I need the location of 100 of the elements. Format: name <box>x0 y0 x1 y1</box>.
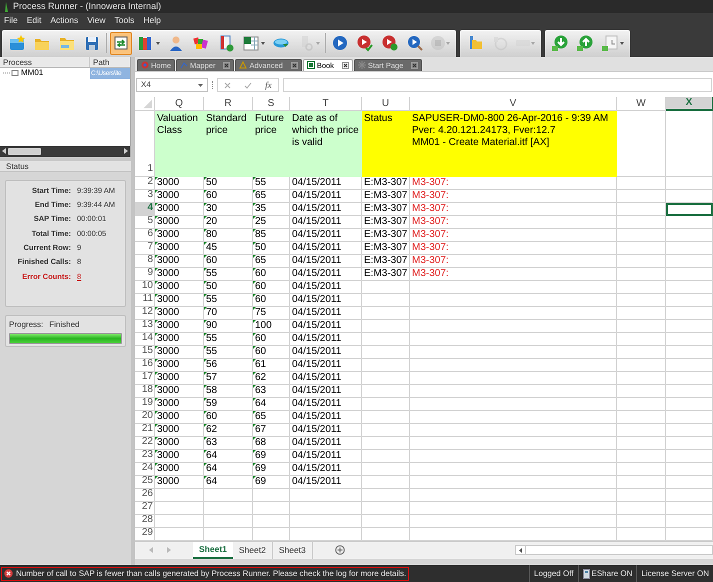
cell-text: 04/15/2011 <box>292 384 342 396</box>
name-box[interactable]: X4 <box>136 78 208 92</box>
cell-text: 3000 <box>157 436 180 448</box>
column-header[interactable]: Path <box>90 56 130 67</box>
chart-icon <box>180 61 188 70</box>
cancel-icon[interactable] <box>224 82 232 89</box>
table-cell <box>666 268 713 281</box>
cell-text: M3-307: <box>412 176 449 188</box>
row-header[interactable]: 27 <box>135 502 155 515</box>
row-header[interactable]: 12 <box>135 306 155 320</box>
table-cell <box>617 332 666 346</box>
column-header[interactable]: V <box>410 96 617 111</box>
column-header[interactable]: X <box>666 96 713 111</box>
column-header[interactable]: Process <box>0 56 90 67</box>
cell-text: 80 <box>206 228 218 240</box>
row-header[interactable]: 7 <box>135 242 155 255</box>
menu-item[interactable]: Actions <box>50 14 78 26</box>
table-cell <box>617 424 666 437</box>
row-header[interactable]: 25 <box>135 476 155 489</box>
arrows-icon <box>112 34 130 52</box>
error-flag-icon <box>204 320 207 323</box>
menu-item[interactable]: View <box>87 14 106 26</box>
menu-item[interactable]: File <box>4 14 18 26</box>
row-header[interactable]: 4 <box>135 202 155 216</box>
row-header[interactable]: 10 <box>135 280 155 294</box>
row-header[interactable]: 23 <box>135 450 155 463</box>
sheet-tab[interactable]: Sheet1 <box>193 542 233 559</box>
table-cell <box>666 306 713 320</box>
row-header[interactable]: 13 <box>135 320 155 333</box>
error-flag-icon <box>204 332 207 336</box>
row-header[interactable]: 2 <box>135 176 155 190</box>
check-icon[interactable] <box>244 82 252 89</box>
cell-text: 3000 <box>157 202 180 214</box>
row-header[interactable]: 8 <box>135 254 155 268</box>
column-header[interactable]: R <box>204 96 253 111</box>
error-flag-icon <box>253 450 256 453</box>
row-header[interactable]: 22 <box>135 436 155 450</box>
error-flag-icon <box>204 242 207 245</box>
cell-text: 69 <box>255 450 266 461</box>
table-cell <box>617 450 666 463</box>
menu-item[interactable]: Edit <box>26 14 42 26</box>
cell-text: 60 <box>255 332 266 344</box>
row-header[interactable]: 29 <box>135 528 155 541</box>
row-header[interactable]: 1 <box>135 110 155 177</box>
formula-input[interactable] <box>283 78 712 92</box>
scroll-left-icon[interactable] <box>519 548 522 553</box>
column-header[interactable]: U <box>362 96 410 111</box>
error-flag-icon <box>253 268 256 271</box>
cell-text: 57 <box>206 372 218 383</box>
table-cell <box>155 514 204 528</box>
row-header[interactable]: 15 <box>135 346 155 359</box>
row-header[interactable]: 6 <box>135 228 155 242</box>
cell-text: 3000 <box>157 398 180 409</box>
column-header[interactable]: Q <box>155 96 204 111</box>
row-header[interactable]: 17 <box>135 372 155 385</box>
cell-text: M3-307: <box>412 254 449 266</box>
table-cell <box>362 502 410 515</box>
row-header[interactable]: 26 <box>135 488 155 502</box>
insert-function-button[interactable]: fx <box>265 78 272 92</box>
error-flag-icon <box>204 384 207 388</box>
row-header[interactable]: 28 <box>135 514 155 528</box>
error-flag-icon <box>204 280 207 284</box>
row-header[interactable]: 19 <box>135 398 155 411</box>
error-flag-icon <box>204 410 207 414</box>
scroll-thumb[interactable] <box>8 148 41 155</box>
close-icon[interactable] <box>342 62 349 69</box>
table-cell <box>617 306 666 320</box>
row-header[interactable]: 5 <box>135 216 155 229</box>
horizontal-scrollbar[interactable] <box>0 146 130 157</box>
menu-item[interactable]: Tools <box>114 14 134 26</box>
row-header[interactable]: 3 <box>135 190 155 203</box>
cell-text: 60 <box>206 410 218 422</box>
selected-cell[interactable] <box>666 202 713 216</box>
toolbar-button[interactable] <box>110 32 132 55</box>
row-header[interactable]: 9 <box>135 268 155 281</box>
table-cell <box>666 176 713 190</box>
row-header[interactable]: 20 <box>135 410 155 424</box>
menu-item[interactable]: Help <box>143 14 161 26</box>
column-header[interactable]: W <box>617 96 666 111</box>
cell-text: 60 <box>255 268 266 279</box>
cell-text: 04/15/2011 <box>292 268 342 279</box>
row-header[interactable]: 16 <box>135 358 155 372</box>
error-flag-icon <box>253 476 256 479</box>
row-header[interactable]: 11 <box>135 294 155 307</box>
cell-text: 04/15/2011 <box>292 294 342 305</box>
scroll-right-icon[interactable] <box>124 148 128 154</box>
add-sheet-icon[interactable] <box>334 545 345 556</box>
row-header[interactable]: 21 <box>135 424 155 437</box>
column-header[interactable]: S <box>253 96 290 111</box>
row-header[interactable]: 14 <box>135 332 155 346</box>
row-header[interactable]: 18 <box>135 384 155 398</box>
tree-item[interactable]: MM01 <box>19 67 90 80</box>
table-cell <box>155 502 204 515</box>
row-header[interactable]: 24 <box>135 462 155 476</box>
search-icon <box>406 34 424 52</box>
scroll-left-icon[interactable] <box>2 148 6 154</box>
column-header[interactable]: T <box>290 96 362 111</box>
cell-text: 04/15/2011 <box>292 228 342 240</box>
cell-text: 64 <box>206 450 218 461</box>
horizontal-scrollbar[interactable] <box>515 545 713 556</box>
